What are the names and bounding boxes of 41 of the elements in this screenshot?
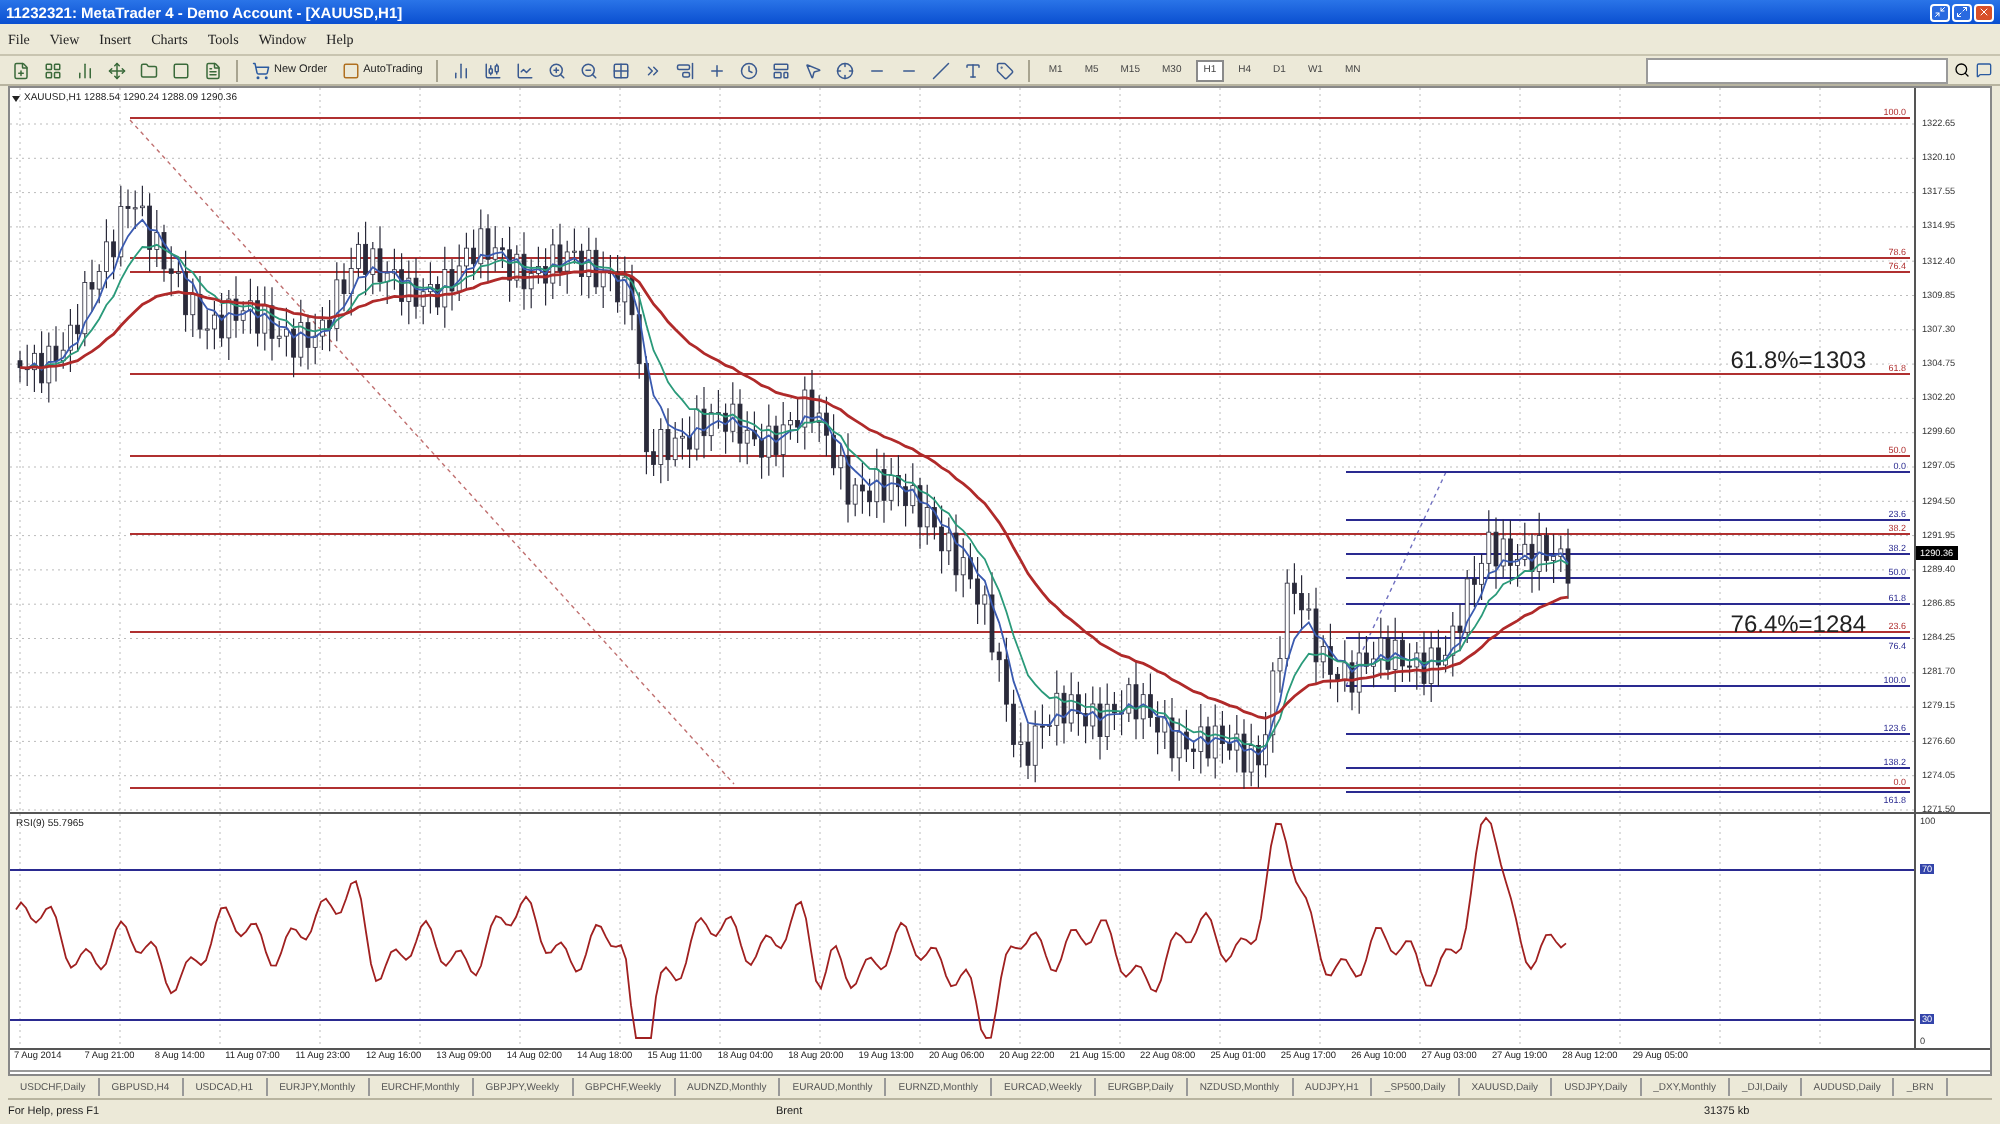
- minimize-icon: [1934, 6, 1946, 18]
- trendline-icon: [932, 61, 951, 79]
- toolbar-button[interactable]: [672, 58, 699, 82]
- new-chart-icon: [12, 61, 30, 79]
- toolbar-button[interactable]: [608, 58, 635, 82]
- dropdown-icon[interactable]: [12, 96, 20, 102]
- toolbar-button[interactable]: [832, 58, 859, 82]
- toolbar-button[interactable]: [8, 58, 34, 82]
- search-icon[interactable]: [1954, 62, 1970, 78]
- minimize-button[interactable]: [1930, 3, 1950, 21]
- text-label-icon: [996, 61, 1015, 79]
- fibonacci-level-line[interactable]: [1345, 553, 1911, 555]
- zoom-out-icon: [580, 61, 599, 79]
- zoom-in-icon: [548, 61, 567, 79]
- toolbar-button[interactable]: [768, 58, 795, 82]
- toolbar-button[interactable]: [200, 58, 226, 82]
- search-field[interactable]: [1646, 57, 1948, 83]
- trend-line[interactable]: [129, 119, 735, 785]
- maximize-button[interactable]: [1952, 3, 1972, 21]
- cursor-icon: [804, 61, 823, 79]
- toolbar-button[interactable]: [104, 58, 130, 82]
- cart-icon: [252, 61, 270, 79]
- chart-annotation: 61.8%=1303: [1730, 346, 1866, 374]
- chat-icon[interactable]: [1976, 62, 1992, 78]
- candlestick-icon: [484, 61, 503, 79]
- toolbar-button[interactable]: [168, 58, 194, 82]
- trend-line[interactable]: [1345, 471, 1447, 687]
- chart-annotation: 76.4%=1284: [1730, 610, 1866, 638]
- toolbar-button[interactable]: [136, 58, 162, 82]
- tile-windows-icon: [612, 61, 631, 79]
- close-button[interactable]: [1974, 3, 1994, 21]
- close-icon: [1978, 6, 1990, 18]
- folder-icon: [140, 61, 158, 79]
- line-chart-icon: [516, 61, 535, 79]
- text-icon: [964, 61, 983, 79]
- toolbar-button[interactable]: [928, 58, 955, 82]
- bar-chart-icon: [452, 61, 471, 79]
- crosshair-icon: [836, 61, 855, 79]
- toolbar-button[interactable]: [40, 58, 66, 82]
- toolbar-button[interactable]: [992, 58, 1019, 82]
- toolbar-button[interactable]: [736, 58, 763, 82]
